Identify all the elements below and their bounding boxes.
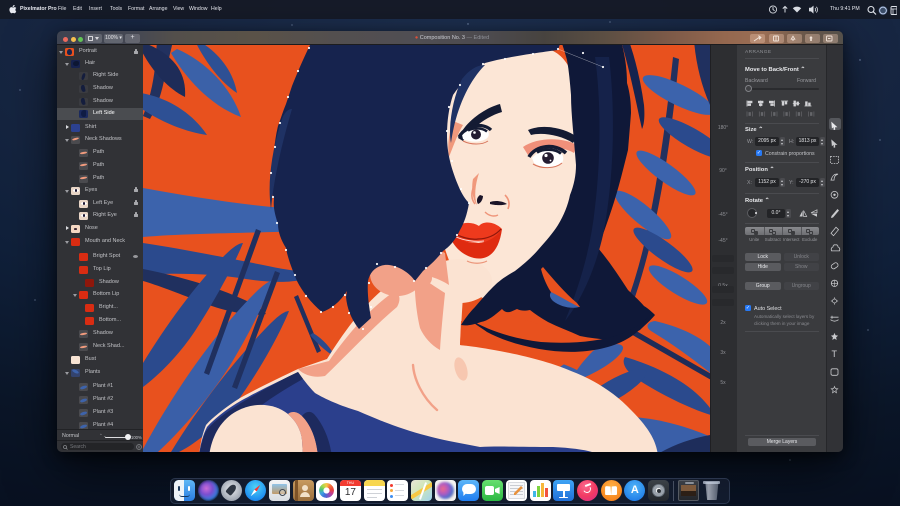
svg-text:T: T xyxy=(832,349,838,359)
